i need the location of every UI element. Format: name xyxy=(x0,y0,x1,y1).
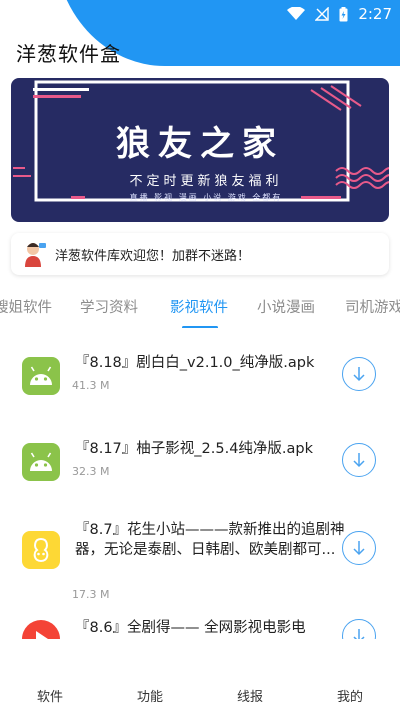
nav-deals[interactable]: 线报 xyxy=(220,686,280,705)
app-title: 洋葱软件盒 xyxy=(16,42,121,66)
android-icon xyxy=(22,357,60,395)
app-size: 17.3 M xyxy=(72,588,110,601)
app-name: 『8.17』柚子影视_2.5.4纯净版.apk xyxy=(75,441,314,457)
banner-tags: 直播 影视 漫画 小说 游戏 全都有 xyxy=(129,193,283,202)
banner-subtitle: 不定时更新狼友福利 xyxy=(129,174,283,189)
download-arrow-icon xyxy=(353,367,365,382)
download-arrow-icon xyxy=(353,629,365,639)
app-size: 41.3 M xyxy=(72,379,110,392)
download-arrow-icon xyxy=(353,453,365,468)
promo-banner[interactable]: 狼友之家 不定时更新狼友福利 直播 影视 漫画 小说 游戏 全都有 xyxy=(11,78,389,222)
banner-title: 狼友之家 xyxy=(116,124,284,164)
android-icon xyxy=(22,443,60,481)
download-button[interactable] xyxy=(342,357,376,391)
download-button[interactable] xyxy=(342,531,376,565)
app-name: 『8.6』全剧得—— 全网影视电影电 xyxy=(75,620,306,636)
nav-features[interactable]: 功能 xyxy=(120,686,180,705)
app-list: 『8.18』剧白白_v2.1.0_纯净版.apk 41.3 M 『8.17』柚子… xyxy=(0,336,400,639)
tab-novels-comics[interactable]: 小说漫画 xyxy=(257,296,315,317)
no-signal-icon xyxy=(315,7,330,21)
bottom-navigation: 软件 功能 线报 我的 xyxy=(0,660,400,711)
notice-text: 洋葱软件库欢迎您！加群不迷路！ xyxy=(55,248,251,264)
tab-study[interactable]: 学习资料 xyxy=(80,296,138,317)
notice-bar[interactable]: 洋葱软件库欢迎您！加群不迷路！ xyxy=(11,233,389,275)
announcer-icon xyxy=(25,243,46,267)
tab-sister-apps[interactable]: 嫂姐软件 xyxy=(0,296,52,317)
download-button[interactable] xyxy=(342,619,376,639)
tab-video-apps[interactable]: 影视软件 xyxy=(170,296,228,317)
download-arrow-icon xyxy=(353,541,365,556)
status-bar: 2:27 xyxy=(287,4,392,24)
nav-profile[interactable]: 我的 xyxy=(320,686,380,705)
play-icon xyxy=(22,620,60,639)
tab-driver-games[interactable]: 司机游戏 xyxy=(345,296,400,317)
app-size: 32.3 M xyxy=(72,465,110,478)
active-tab-indicator xyxy=(182,326,218,328)
nav-software[interactable]: 软件 xyxy=(20,686,80,705)
app-name: 『8.7』花生小站———款新推出的追剧神器，无论是泰剧、日韩剧、欧美剧都可... xyxy=(75,522,345,558)
wifi-icon xyxy=(287,7,306,20)
app-name: 『8.18』剧白白_v2.1.0_纯净版.apk xyxy=(75,355,315,371)
category-tabs: 嫂姐软件 学习资料 影视软件 小说漫画 司机游戏 xyxy=(0,288,400,328)
download-button[interactable] xyxy=(342,443,376,477)
peanut-icon xyxy=(22,531,60,569)
battery-icon xyxy=(339,6,348,21)
clock: 2:27 xyxy=(358,5,392,23)
